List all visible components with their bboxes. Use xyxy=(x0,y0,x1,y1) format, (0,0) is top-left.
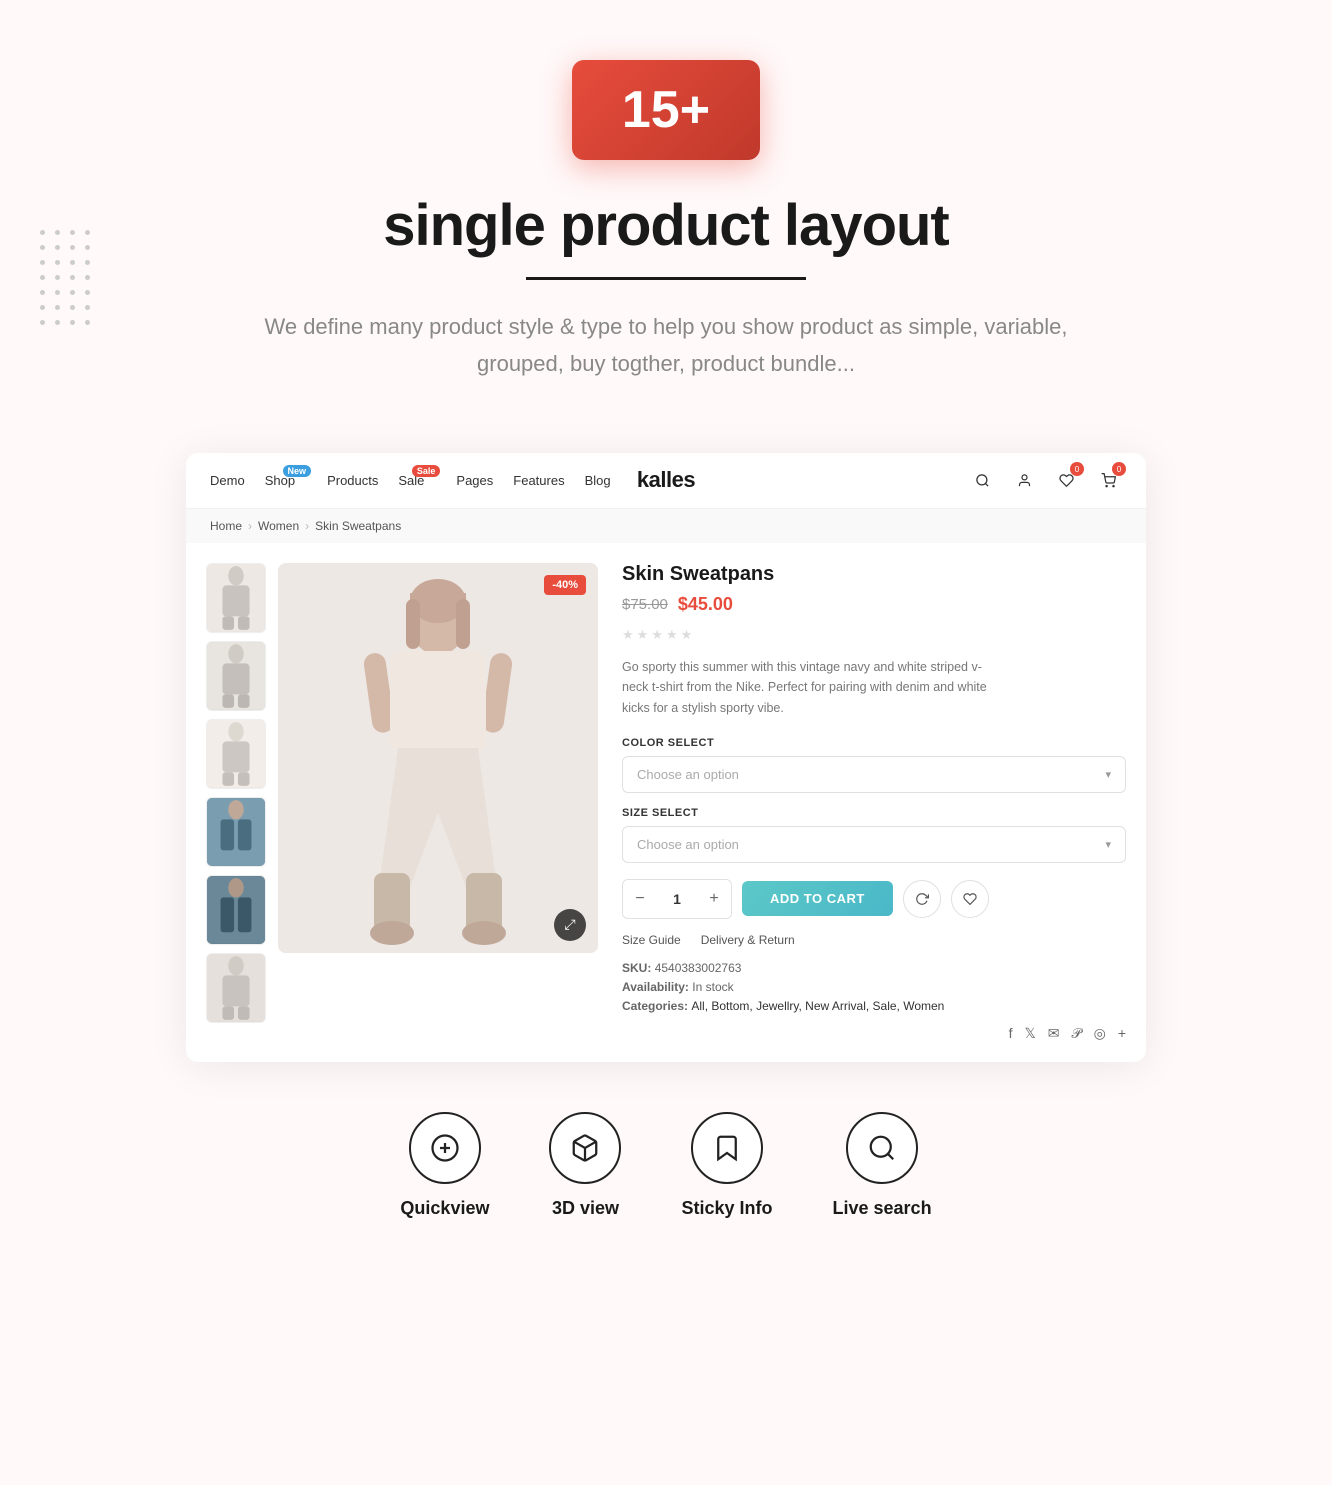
live-search-label: Live search xyxy=(833,1198,932,1219)
title-underline xyxy=(526,277,806,280)
thumbnail-2[interactable] xyxy=(206,641,266,711)
thumbnail-5[interactable] xyxy=(206,875,266,945)
feature-live-search: Live search xyxy=(833,1112,932,1219)
nav-features[interactable]: Features xyxy=(513,473,564,488)
thumbnail-1[interactable] xyxy=(206,563,266,633)
product-info: Skin Sweatpans $75.00 $45.00 ★ ★ ★ ★ ★ G… xyxy=(598,563,1126,1042)
thumbnail-3[interactable] xyxy=(206,719,266,789)
price-new: $45.00 xyxy=(678,594,733,615)
quickview-icon[interactable] xyxy=(409,1112,481,1184)
account-icon[interactable] xyxy=(1010,466,1038,494)
star-rating: ★ ★ ★ ★ ★ xyxy=(622,627,1126,643)
product-name: Skin Sweatpans xyxy=(622,563,1126,586)
hero-section: 15+ single product layout We define many… xyxy=(0,0,1332,413)
add-to-cart-button[interactable]: ADD TO CART xyxy=(742,881,893,916)
thumbnail-6[interactable] xyxy=(206,953,266,1023)
email-icon[interactable]: ✉ xyxy=(1048,1025,1060,1042)
nav-icon-group: 0 0 xyxy=(968,466,1122,494)
product-area: -40% xyxy=(186,543,1146,1062)
product-thumbnails xyxy=(206,563,266,1042)
new-badge: New xyxy=(283,465,312,477)
breadcrumb-home[interactable]: Home xyxy=(210,519,242,533)
social-share-row: f 𝕏 ✉ 𝒫 ◎ + xyxy=(622,1025,1126,1042)
nav-links: Demo Shop New Products Sale Sale Pages F… xyxy=(210,473,968,488)
product-availability: Availability: In stock xyxy=(622,980,1126,994)
sticky-info-label: Sticky Info xyxy=(681,1198,772,1219)
nav-pages[interactable]: Pages xyxy=(456,473,493,488)
wishlist-count: 0 xyxy=(1070,462,1084,476)
count-badge: 15+ xyxy=(572,60,760,160)
cart-icon[interactable]: 0 xyxy=(1094,466,1122,494)
product-mockup: Demo Shop New Products Sale Sale Pages F… xyxy=(186,453,1146,1062)
nav-shop[interactable]: Shop New xyxy=(265,473,295,488)
messenger-icon[interactable]: ◎ xyxy=(1094,1025,1106,1042)
sale-badge: Sale xyxy=(412,465,441,477)
3d-view-label: 3D view xyxy=(552,1198,619,1219)
wishlist-add-icon[interactable] xyxy=(951,880,989,918)
product-categories: Categories: All, Bottom, Jewellry, New A… xyxy=(622,999,1126,1013)
3d-view-icon[interactable] xyxy=(549,1112,621,1184)
dots-decoration xyxy=(40,230,90,335)
expand-button[interactable]: ⤢ xyxy=(554,909,586,941)
live-search-icon[interactable] xyxy=(846,1112,918,1184)
product-sku: SKU: 4540383002763 xyxy=(622,961,1126,975)
delivery-return-link[interactable]: Delivery & Return xyxy=(701,933,795,947)
nav-blog[interactable]: Blog xyxy=(585,473,611,488)
quantity-increase-button[interactable]: + xyxy=(697,880,731,918)
pinterest-icon[interactable]: 𝒫 xyxy=(1071,1025,1081,1042)
search-nav-icon[interactable] xyxy=(968,466,996,494)
wishlist-icon[interactable]: 0 xyxy=(1052,466,1080,494)
nav-sale[interactable]: Sale Sale xyxy=(398,473,424,488)
nav-bar: Demo Shop New Products Sale Sale Pages F… xyxy=(186,453,1146,509)
site-logo: kalles xyxy=(637,467,695,493)
feature-sticky-info: Sticky Info xyxy=(681,1112,772,1219)
breadcrumb: Home › Women › Skin Sweatpans xyxy=(186,509,1146,543)
main-product-image: -40% xyxy=(278,563,598,953)
page-title: single product layout xyxy=(20,192,1312,259)
chevron-down-icon-2: ▾ xyxy=(1105,838,1111,851)
hero-description: We define many product style & type to h… xyxy=(256,308,1076,383)
nav-products[interactable]: Products xyxy=(327,473,378,488)
color-placeholder: Choose an option xyxy=(637,767,739,782)
chevron-down-icon: ▾ xyxy=(1105,768,1111,781)
feature-3d-view: 3D view xyxy=(549,1112,621,1219)
breadcrumb-current: Skin Sweatpans xyxy=(315,519,401,533)
size-placeholder: Choose an option xyxy=(637,837,739,852)
price-old: $75.00 xyxy=(622,596,668,613)
add-to-cart-row: − 1 + ADD TO CART xyxy=(622,879,1126,919)
discount-badge: -40% xyxy=(544,575,586,595)
more-icon[interactable]: + xyxy=(1118,1025,1126,1041)
facebook-icon[interactable]: f xyxy=(1009,1025,1013,1041)
thumbnail-4[interactable] xyxy=(206,797,266,867)
size-guide-link[interactable]: Size Guide xyxy=(622,933,681,947)
twitter-icon[interactable]: 𝕏 xyxy=(1024,1025,1035,1042)
color-select-label: COLOR SELECT xyxy=(622,737,1126,749)
size-select-label: SIZE SELECT xyxy=(622,807,1126,819)
product-figure-svg xyxy=(278,563,598,953)
sticky-info-icon[interactable] xyxy=(691,1112,763,1184)
color-select[interactable]: Choose an option ▾ xyxy=(622,756,1126,793)
size-select[interactable]: Choose an option ▾ xyxy=(622,826,1126,863)
product-description: Go sporty this summer with this vintage … xyxy=(622,657,1002,719)
quantity-control: − 1 + xyxy=(622,879,732,919)
nav-demo[interactable]: Demo xyxy=(210,473,245,488)
product-meta-links: Size Guide Delivery & Return xyxy=(622,933,1126,947)
quickview-label: Quickview xyxy=(400,1198,489,1219)
breadcrumb-women[interactable]: Women xyxy=(258,519,299,533)
price-row: $75.00 $45.00 xyxy=(622,594,1126,615)
quantity-decrease-button[interactable]: − xyxy=(623,880,657,918)
refresh-icon[interactable] xyxy=(903,880,941,918)
cart-count: 0 xyxy=(1112,462,1126,476)
quantity-value: 1 xyxy=(657,880,697,918)
feature-quickview: Quickview xyxy=(400,1112,489,1219)
features-section: Quickview 3D view Sticky Info Live searc… xyxy=(0,1062,1332,1269)
